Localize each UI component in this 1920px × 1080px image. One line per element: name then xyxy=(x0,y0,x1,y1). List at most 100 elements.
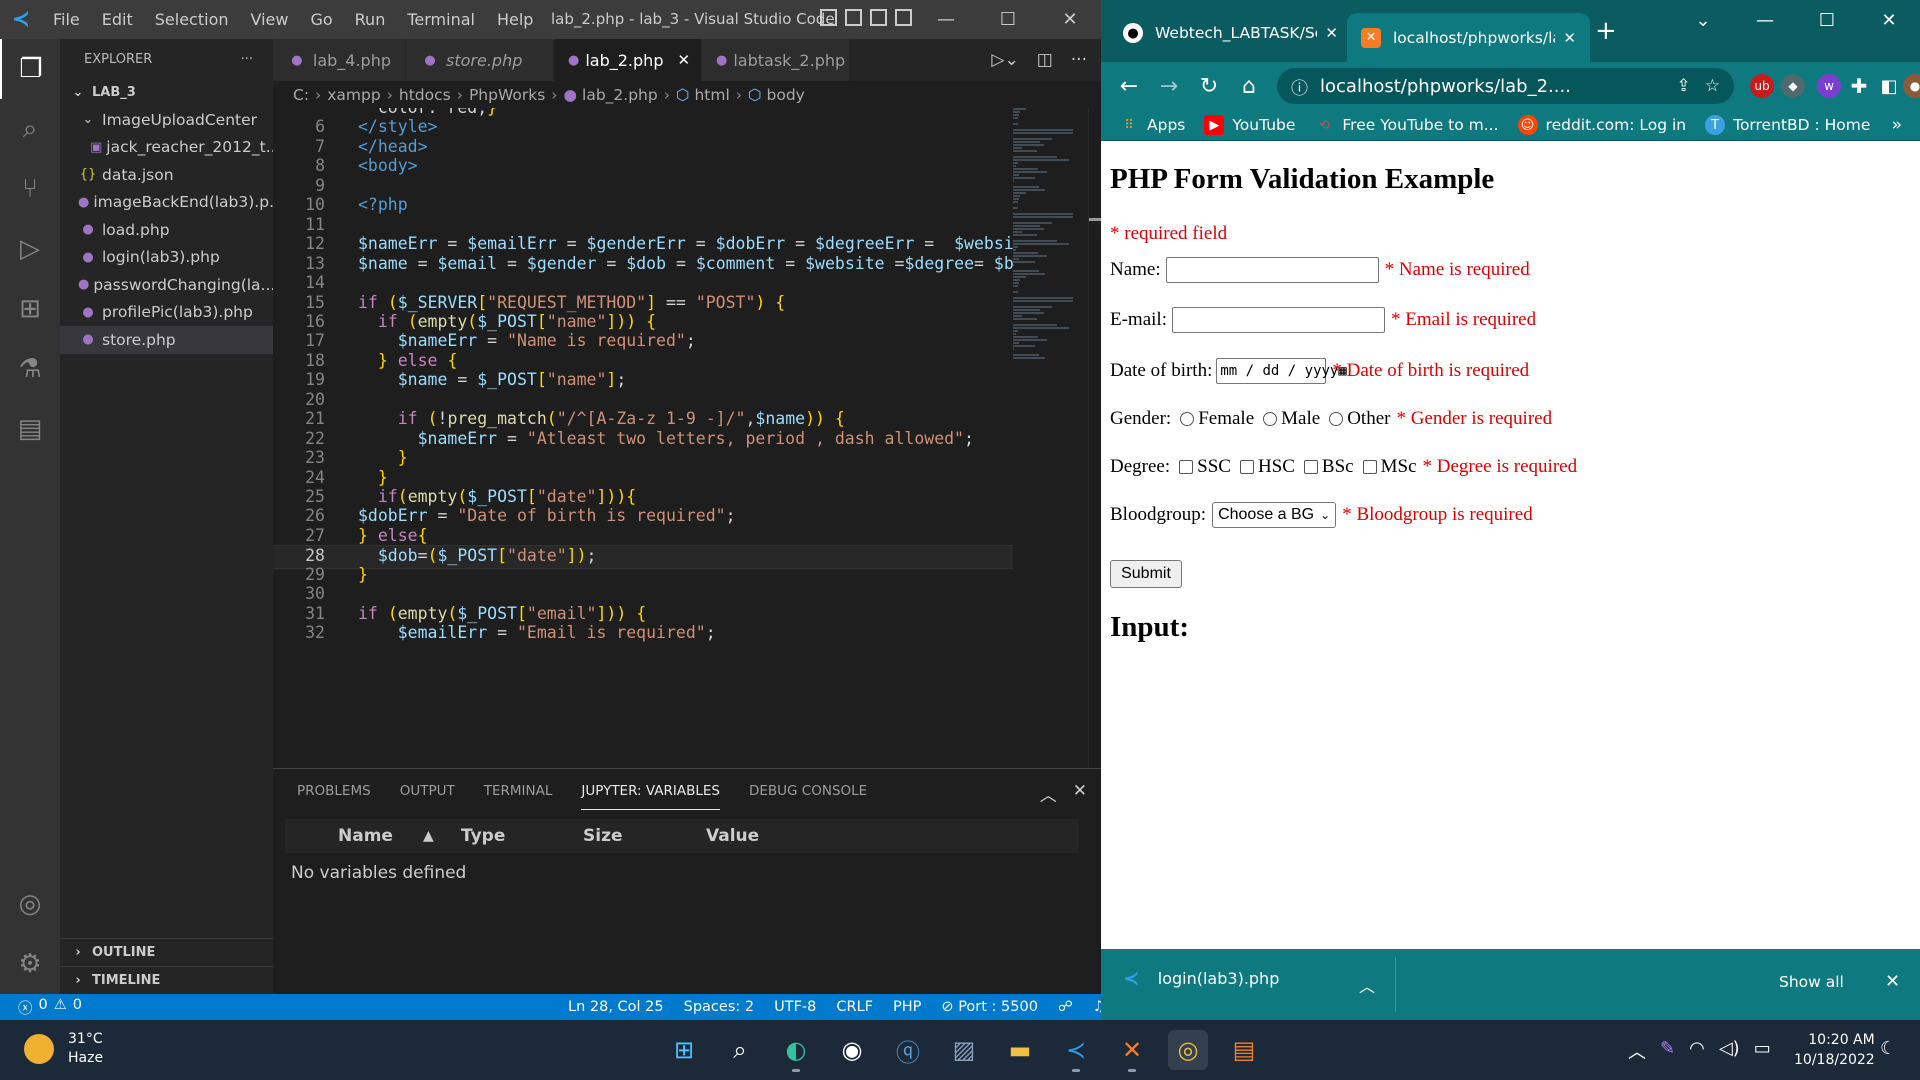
bookmark-apps[interactable]: ⠿ Apps xyxy=(1119,115,1185,135)
timeline-section[interactable]: › TIMELINE xyxy=(60,966,273,994)
indentation[interactable]: Spaces: 2 xyxy=(684,999,754,1015)
panel-tab-jupyter-variables[interactable]: JUPYTER: VARIABLES xyxy=(581,773,720,810)
tab-close-icon[interactable]: ✕ xyxy=(1325,24,1338,42)
dob-date-input[interactable]: mm / dd / yyyy ▦ xyxy=(1216,358,1347,384)
edge-browser-icon[interactable]: ◐ xyxy=(776,1030,816,1072)
tree-item-load[interactable]: ● load.php xyxy=(60,216,273,244)
pdf-editor-icon[interactable]: ▤ xyxy=(1224,1030,1264,1070)
clock[interactable]: 10:20 AM 10/18/2022 xyxy=(1794,1030,1875,1070)
breadcrumb-item[interactable]: xampp xyxy=(327,86,380,104)
weather-widget[interactable]: 31°C Haze xyxy=(24,1030,103,1068)
search-icon[interactable]: ⌕ xyxy=(0,99,60,159)
code-editor[interactable]: color: red;} 6 </style> 7 </head> 8 <body> 910 <… xyxy=(273,108,1013,768)
menu-edit[interactable]: Edit xyxy=(91,10,144,29)
maximize-panel-icon[interactable]: ︿ xyxy=(1040,781,1057,806)
start-windows-icon[interactable]: ⊞ xyxy=(664,1030,704,1070)
tree-item-profilepic[interactable]: ● profilePic(lab3).php xyxy=(60,299,273,327)
vscode-taskbar-icon[interactable]: ≺ xyxy=(1056,1030,1096,1072)
back-arrow-icon[interactable]: ← xyxy=(1109,74,1149,99)
col-value[interactable]: Value xyxy=(706,826,759,846)
breadcrumb-item[interactable]: body xyxy=(767,86,805,104)
bookmark-torrentbd[interactable]: T TorrentBD : Home xyxy=(1705,115,1870,135)
address-bar[interactable]: ⓘ localhost/phpworks/lab_2.... ⇪ ☆ xyxy=(1277,68,1734,104)
reload-icon[interactable]: ↻ xyxy=(1189,74,1229,99)
tree-item-jack-reacher[interactable]: ▣ jack_reacher_2012_t... xyxy=(60,134,273,162)
sort-asc-icon[interactable]: ▲ xyxy=(423,828,434,844)
code-line[interactable]: 32 $emailErr = "Email is required"; xyxy=(273,623,1013,647)
run-debug-icon[interactable]: ▷ xyxy=(0,219,60,279)
bookmark-free-youtube[interactable]: ⟲ Free YouTube to m... xyxy=(1314,115,1499,135)
problems-indicator[interactable]: ⓧ 0 ⚠ 0 xyxy=(0,997,82,1018)
gender-radio-male[interactable] xyxy=(1263,412,1278,426)
more-bookmarks-icon[interactable]: » xyxy=(1892,115,1902,135)
col-size[interactable]: Size xyxy=(583,826,623,846)
chrome-tab-localhost[interactable]: ✕ localhost/phpworks/lab ✕ xyxy=(1347,13,1590,62)
tree-item-passwordchanging[interactable]: ● passwordChanging(la... xyxy=(60,271,273,299)
tab-labtask2[interactable]: ● labtask_2.php xyxy=(702,39,850,81)
feedback-icon[interactable]: ☍ xyxy=(1058,999,1073,1015)
tab-search-icon[interactable]: ⌄ xyxy=(1672,0,1734,40)
ublock-extension-icon[interactable]: ub xyxy=(1750,74,1774,98)
new-tab-icon[interactable]: + xyxy=(1595,16,1617,46)
qbittorrent-icon[interactable]: ⓠ xyxy=(888,1030,928,1070)
breadcrumb-item[interactable]: C: xyxy=(293,86,309,104)
panel-tab-problems[interactable]: PROBLEMS xyxy=(297,773,371,809)
panel-tab-debug-console[interactable]: DEBUG CONSOLE xyxy=(749,773,867,809)
menu-help[interactable]: Help xyxy=(486,10,544,29)
customize-layout-icon[interactable] xyxy=(895,9,912,26)
outline-section[interactable]: › OUTLINE xyxy=(60,938,273,966)
tree-item-data-json[interactable]: {} data.json xyxy=(60,161,273,189)
tab-close-icon[interactable]: ✕ xyxy=(677,51,690,69)
encoding[interactable]: UTF-8 xyxy=(774,999,816,1015)
profile-avatar[interactable]: ● xyxy=(1903,74,1920,98)
split-editor-icon[interactable]: ◫ xyxy=(1037,50,1053,70)
side-panel-icon[interactable]: ◧ xyxy=(1877,74,1901,98)
tree-item-store[interactable]: ● store.php xyxy=(60,326,273,354)
show-all-downloads-button[interactable]: Show all xyxy=(1779,973,1844,991)
tree-item-imagebackend[interactable]: ● imageBackEnd(lab3).p... xyxy=(60,189,273,217)
degree-checkbox-msc[interactable] xyxy=(1362,460,1377,474)
toggle-panel-icon[interactable] xyxy=(845,9,862,26)
email-input[interactable] xyxy=(1171,307,1385,333)
close-panel-icon[interactable]: ✕ xyxy=(1073,781,1087,806)
menu-go[interactable]: Go xyxy=(299,10,343,29)
language-mode[interactable]: PHP xyxy=(893,999,921,1015)
pen-icon[interactable]: ✎ xyxy=(1660,1038,1675,1064)
close-download-shelf-icon[interactable]: ✕ xyxy=(1885,971,1900,992)
minimap[interactable] xyxy=(1013,108,1088,768)
chevron-up-icon[interactable]: ︿ xyxy=(1628,1038,1646,1064)
wifi-icon[interactable]: ◠ xyxy=(1689,1038,1705,1064)
col-name[interactable]: Name xyxy=(338,826,393,846)
breadcrumb-item[interactable]: lab_2.php xyxy=(582,86,658,104)
source-control-icon[interactable]: ⑂ xyxy=(0,159,60,219)
menu-run[interactable]: Run xyxy=(344,10,397,29)
maximize-icon[interactable]: ☐ xyxy=(977,0,1039,39)
chevron-up-icon[interactable]: ︿ xyxy=(1359,973,1375,997)
gender-radio-other[interactable] xyxy=(1329,412,1344,426)
bookmark-youtube[interactable]: ▶ YouTube xyxy=(1204,115,1295,135)
extension-icon[interactable]: ◆ xyxy=(1781,74,1805,98)
photos-icon[interactable]: ▨ xyxy=(944,1030,984,1070)
toggle-secondary-sidebar-icon[interactable] xyxy=(870,9,887,26)
forward-arrow-icon[interactable]: → xyxy=(1149,74,1189,99)
tree-item-login[interactable]: ● login(lab3).php xyxy=(60,244,273,272)
explorer-more-icon[interactable]: ··· xyxy=(241,52,253,67)
testing-icon[interactable]: ⚗ xyxy=(0,339,60,399)
folder-lab3[interactable]: ⌄ LAB_3 xyxy=(60,79,273,106)
breadcrumb-item[interactable]: PhpWorks xyxy=(469,86,545,104)
menu-file[interactable]: File xyxy=(42,10,91,29)
explorer-icon[interactable]: ❐ xyxy=(0,39,60,99)
bookmark-reddit[interactable]: ☺ reddit.com: Log in xyxy=(1517,115,1686,135)
tab-lab4[interactable]: ● lab_4.php xyxy=(273,39,406,81)
chrome-taskbar-icon[interactable]: ◎ xyxy=(1168,1030,1208,1070)
breadcrumb-item[interactable]: htdocs xyxy=(399,86,451,104)
file-explorer-icon[interactable]: ▬ xyxy=(1000,1030,1040,1070)
submit-button[interactable]: Submit xyxy=(1110,560,1182,588)
search-icon[interactable]: ⌕ xyxy=(720,1030,760,1070)
degree-checkbox-bsc[interactable] xyxy=(1303,460,1318,474)
minimize-icon[interactable]: — xyxy=(1734,0,1796,40)
bloodgroup-select[interactable]: Choose a BG ⌄ xyxy=(1212,502,1337,528)
share-icon[interactable]: ⇪ xyxy=(1677,76,1691,96)
close-icon[interactable]: ✕ xyxy=(1858,0,1920,40)
run-icon[interactable]: ▷⌄ xyxy=(991,50,1018,70)
